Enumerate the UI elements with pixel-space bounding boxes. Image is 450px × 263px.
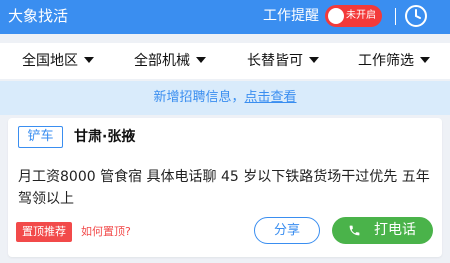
work-reminder-toggle[interactable]: 未开启 xyxy=(325,5,382,27)
call-button[interactable]: 打电话 xyxy=(332,217,433,244)
filter-machinery[interactable]: 全部机械 xyxy=(134,51,206,71)
top-bar: 大象找活 工作提醒 未开启 xyxy=(0,0,450,34)
job-card[interactable]: 铲车 甘肃·张掖 月工资8000 管食宿 具体电话聊 45 岁以下铁路货场干过优… xyxy=(8,118,442,257)
filter-work-label: 工作筛选 xyxy=(358,53,414,69)
toggle-status-text: 未开启 xyxy=(346,10,376,21)
app-title: 大象找活 xyxy=(8,7,69,25)
clock-icon[interactable] xyxy=(404,4,428,28)
caret-down-icon xyxy=(84,57,94,63)
filter-region-label: 全国地区 xyxy=(22,53,78,69)
top-recommend-badge: 置顶推荐 xyxy=(16,222,72,242)
topbar-divider xyxy=(395,8,396,25)
banner-text: 新增招聘信息， xyxy=(153,90,245,105)
job-description: 月工资8000 管食宿 具体电话聊 45 岁以下铁路货场干过优先 五年驾领以上 xyxy=(18,169,430,207)
filter-bar: 全国地区 全部机械 长替皆可 工作筛选 xyxy=(0,43,450,79)
machine-type-tag: 铲车 xyxy=(18,126,63,148)
filter-work[interactable]: 工作筛选 xyxy=(358,51,430,71)
caret-down-icon xyxy=(309,57,319,63)
share-button[interactable]: 分享 xyxy=(254,217,320,244)
new-jobs-banner[interactable]: 新增招聘信息，点击查看 xyxy=(0,81,450,115)
toggle-knob xyxy=(328,8,344,24)
filter-machinery-label: 全部机械 xyxy=(134,53,190,69)
phone-icon xyxy=(349,225,360,236)
how-to-top-link[interactable]: 如何置顶? xyxy=(81,224,131,240)
call-button-label: 打电话 xyxy=(374,222,416,238)
filter-term-label: 长替皆可 xyxy=(247,53,303,69)
banner-link[interactable]: 点击查看 xyxy=(245,90,297,105)
work-reminder-label: 工作提醒 xyxy=(263,8,319,24)
filter-term[interactable]: 长替皆可 xyxy=(247,51,319,71)
job-location: 甘肃·张掖 xyxy=(74,129,136,145)
filter-region[interactable]: 全国地区 xyxy=(22,51,94,71)
caret-down-icon xyxy=(420,57,430,63)
caret-down-icon xyxy=(196,57,206,63)
